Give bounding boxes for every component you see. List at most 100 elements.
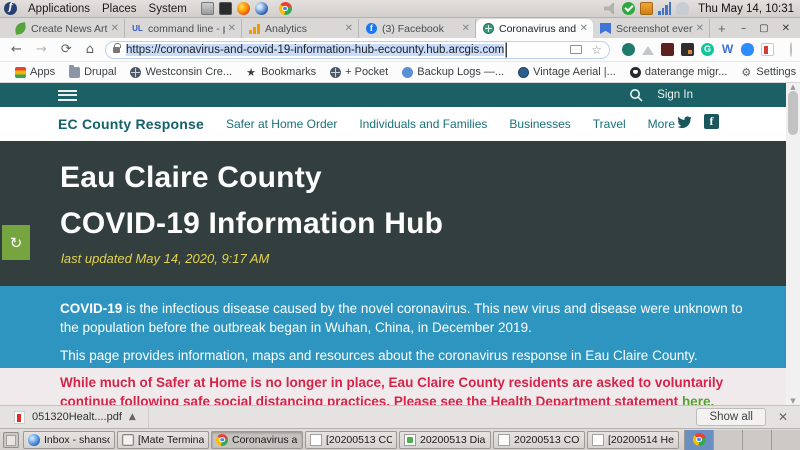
taskbar-item-terminal[interactable]: [Mate Terminal]: [117, 431, 209, 449]
workspace-4[interactable]: [771, 430, 800, 450]
new-tab-button[interactable]: +: [710, 21, 734, 38]
close-icon[interactable]: ✕: [782, 23, 790, 34]
tab-close-icon[interactable]: ✕: [693, 23, 704, 34]
screenshot-launcher-icon[interactable]: [219, 2, 232, 15]
hamburger-menu-icon[interactable]: [58, 90, 77, 101]
document-favicon: UL: [132, 23, 143, 34]
bookmark-daterange-migr[interactable]: daterange migr...: [623, 66, 735, 78]
firefox-launcher-icon[interactable]: [237, 2, 250, 15]
panel-clock[interactable]: Thu May 14, 10:31: [694, 3, 794, 15]
bookmark-bookmarks[interactable]: ★Bookmarks: [239, 66, 323, 78]
places-menu[interactable]: Places: [96, 3, 143, 15]
address-bar[interactable]: https://coronavirus-and-covid-19-informa…: [105, 41, 610, 59]
url-text[interactable]: https://coronavirus-and-covid-19-informa…: [126, 44, 504, 56]
globe-favicon: [483, 23, 494, 34]
workspace-1-active[interactable]: [684, 430, 713, 450]
sign-in-link[interactable]: Sign In: [657, 89, 693, 101]
hero-section: Eau Claire County COVID-19 Information H…: [0, 141, 793, 286]
mail-app-icon: [28, 434, 40, 446]
taskbar-item-doc-2[interactable]: 20200513 COVID ...: [493, 431, 585, 449]
download-bar-close-icon[interactable]: ✕: [778, 410, 788, 424]
workspace-3[interactable]: [742, 430, 771, 450]
reload-button[interactable]: ⟳: [54, 42, 79, 57]
browser-launcher-icon[interactable]: [255, 2, 268, 15]
scroll-up-icon[interactable]: ▲: [786, 83, 800, 91]
system-menu[interactable]: System: [143, 3, 193, 15]
file-manager-launcher-icon[interactable]: [201, 2, 214, 15]
cast-icon[interactable]: [570, 45, 582, 54]
tab-create-news-articles[interactable]: Create News Articles ✕: [8, 19, 125, 38]
taskbar-item-dial[interactable]: 20200513 Dial Gr...: [399, 431, 491, 449]
translate-widget[interactable]: ↻: [2, 225, 30, 260]
nav-link-travel[interactable]: Travel: [593, 117, 626, 131]
extension-icon[interactable]: [622, 43, 635, 56]
chrome-launcher-icon[interactable]: [279, 2, 292, 15]
tab-close-icon[interactable]: ✕: [225, 23, 236, 34]
tab-screenshot-everything[interactable]: Screenshot everythi ✕: [593, 19, 710, 38]
bookmark-backup-logs[interactable]: Backup Logs —...: [395, 66, 511, 78]
browser-menu-icon[interactable]: ⋮: [792, 43, 800, 57]
bookmark-folder-drupal[interactable]: Drupal: [62, 66, 123, 78]
weather-icon[interactable]: [676, 2, 689, 15]
minimize-icon[interactable]: –: [741, 23, 746, 34]
page-scrollbar[interactable]: ▲ ▼: [786, 83, 800, 405]
volume-icon[interactable]: [604, 2, 617, 15]
scrollbar-thumb[interactable]: [788, 91, 798, 135]
nav-brand-link[interactable]: EC County Response: [58, 116, 204, 132]
maximize-icon[interactable]: ▢: [759, 23, 768, 34]
bookmark-apps[interactable]: Apps: [8, 66, 62, 78]
extension-icon[interactable]: [681, 43, 694, 56]
tab-close-icon[interactable]: ✕: [459, 23, 470, 34]
workspace-2[interactable]: [713, 430, 742, 450]
search-icon[interactable]: [629, 88, 643, 102]
taskbar-item-doc-3[interactable]: [20200514 Health ...: [587, 431, 679, 449]
taskbar-item-doc-1[interactable]: [20200513 COVID ...: [305, 431, 397, 449]
extension-icon[interactable]: [642, 46, 654, 55]
extension-icon[interactable]: W: [721, 43, 734, 56]
nav-link-businesses[interactable]: Businesses: [509, 117, 570, 131]
package-manager-icon[interactable]: [640, 2, 653, 15]
scroll-down-icon[interactable]: ▼: [786, 397, 800, 405]
translate-icon: ↻: [10, 234, 23, 252]
back-button[interactable]: ←: [4, 42, 29, 57]
updates-ok-icon[interactable]: [622, 2, 635, 15]
tab-analytics[interactable]: Analytics ✕: [242, 19, 359, 38]
page-viewport: Sign In EC County Response Safer at Home…: [0, 83, 800, 405]
bookmark-star-icon[interactable]: ☆: [591, 45, 602, 55]
nav-link-individuals-families[interactable]: Individuals and Families: [359, 117, 487, 131]
bookmark-settings[interactable]: ⚙Settings: [734, 66, 800, 78]
download-options-chevron-icon[interactable]: ▲: [129, 412, 136, 422]
facebook-favicon: f: [366, 23, 377, 34]
panel-launchers: [201, 2, 292, 15]
last-updated-text: last updated May 14, 2020, 9:17 AM: [61, 251, 269, 266]
grammarly-extension-icon[interactable]: G: [701, 43, 714, 56]
show-desktop-button[interactable]: [3, 432, 19, 448]
forward-button[interactable]: →: [29, 42, 54, 57]
twitter-icon[interactable]: [676, 115, 692, 129]
downloaded-file-button[interactable]: 051320Healt....pdf ▲: [0, 406, 149, 428]
extension-icon[interactable]: [661, 43, 674, 56]
facebook-icon[interactable]: f: [704, 114, 719, 129]
padlock-icon[interactable]: [113, 47, 120, 53]
taskbar-item-coronavirus-active[interactable]: Coronavirus and C...: [211, 431, 303, 449]
workspace-switcher: [684, 430, 800, 450]
tab-command-line-pdf[interactable]: UL command line - pdf t ✕: [125, 19, 242, 38]
applications-menu[interactable]: Applications: [22, 3, 96, 15]
tab-close-icon[interactable]: ✕: [577, 23, 588, 34]
home-button[interactable]: ⌂: [79, 42, 101, 57]
show-all-downloads-button[interactable]: Show all: [696, 408, 765, 426]
distro-logo-icon[interactable]: f: [4, 2, 17, 15]
apps-grid-icon: [15, 67, 26, 78]
taskbar-item-inbox[interactable]: Inbox - shanson@...: [23, 431, 115, 449]
extension-icon[interactable]: [761, 43, 774, 56]
bookmark-vintage-aerial[interactable]: Vintage Aerial |...: [511, 66, 623, 78]
bookmark-westconsin[interactable]: Westconsin Cre...: [123, 66, 239, 78]
tab-close-icon[interactable]: ✕: [108, 23, 119, 34]
extension-icon[interactable]: [741, 43, 754, 56]
tab-coronavirus-active[interactable]: Coronavirus and COV ✕: [476, 19, 593, 38]
bookmark-pocket[interactable]: + Pocket: [323, 66, 395, 78]
network-signal-icon[interactable]: [658, 2, 671, 15]
tab-facebook[interactable]: f (3) Facebook ✕: [359, 19, 476, 38]
tab-close-icon[interactable]: ✕: [342, 23, 353, 34]
nav-link-safer-at-home[interactable]: Safer at Home Order: [226, 117, 337, 131]
